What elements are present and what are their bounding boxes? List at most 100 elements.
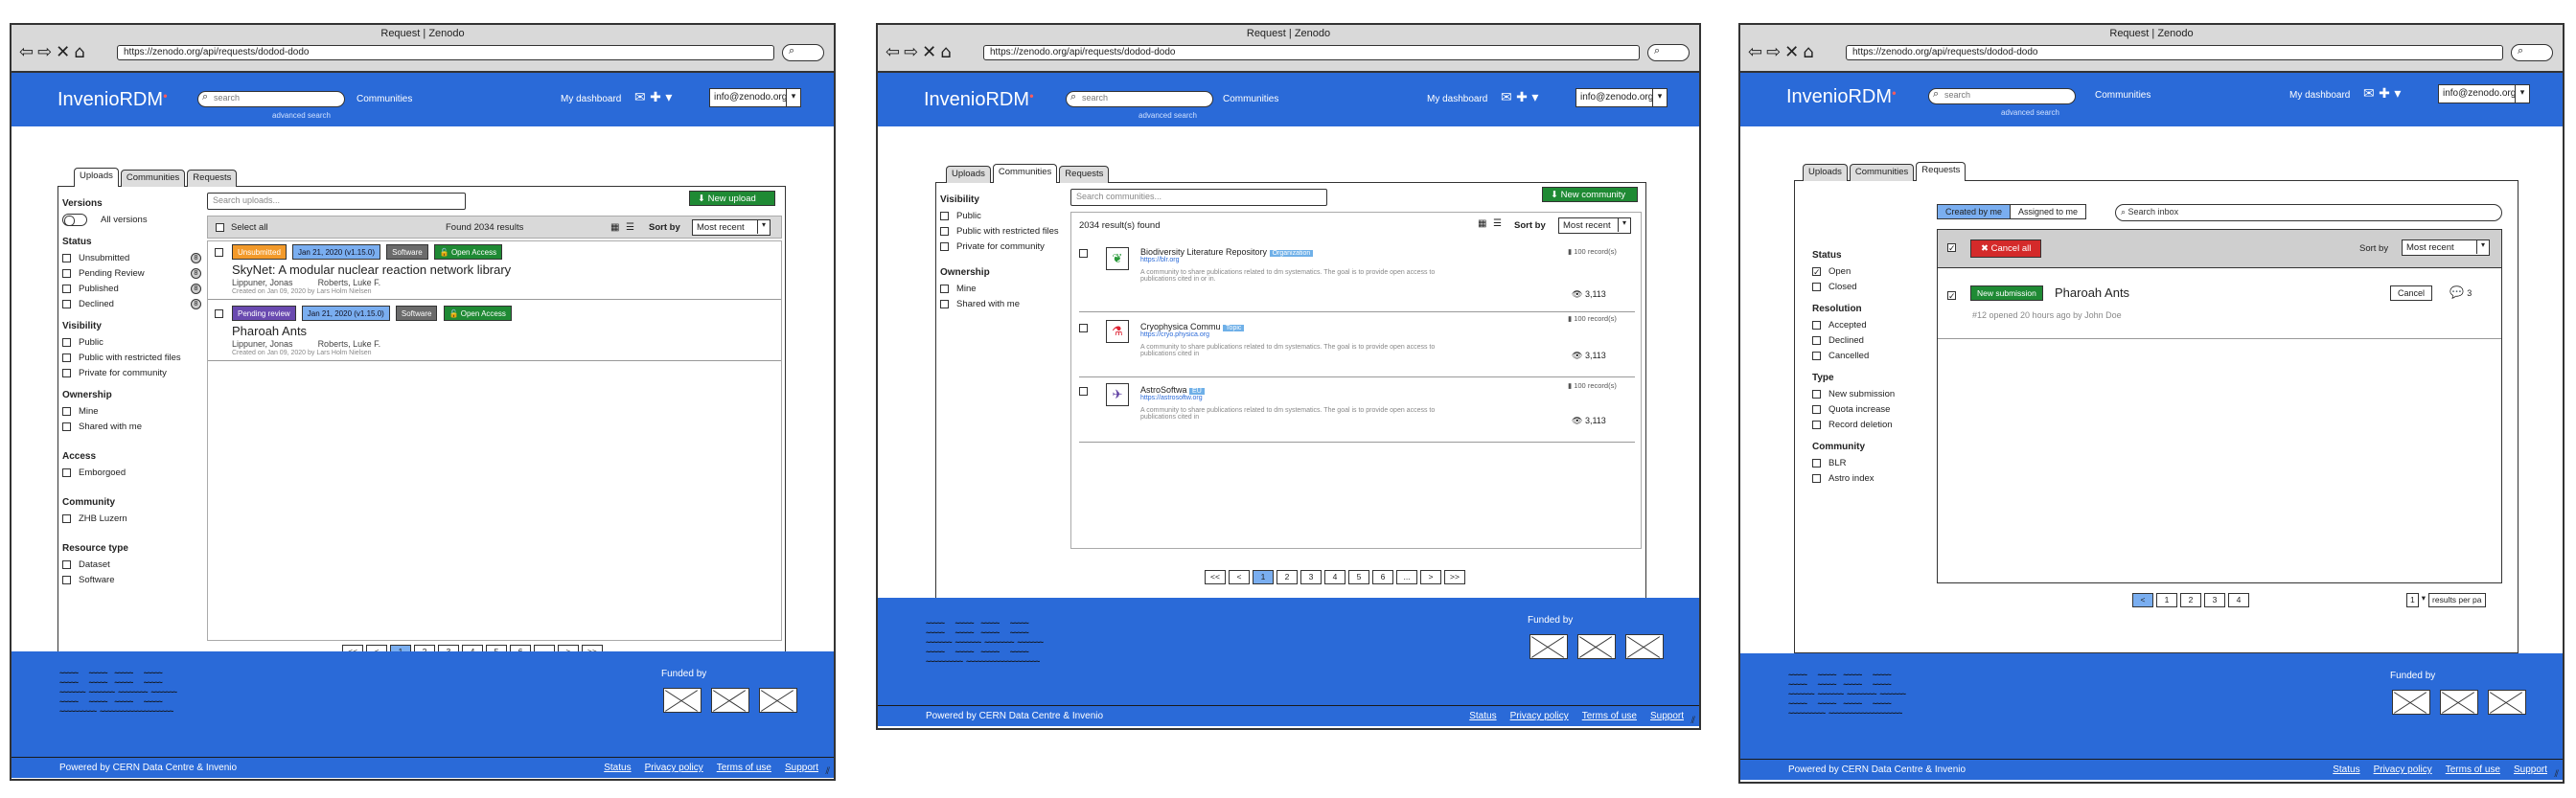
support-link[interactable]: Support (2514, 764, 2547, 775)
community-item[interactable]: ✈ AstroSoftwa EU https://astrosoftw.org … (1079, 379, 1635, 443)
page-number[interactable]: 4 (2228, 593, 2249, 607)
terms-link[interactable]: Terms of use (717, 763, 771, 773)
dashboard-link[interactable]: My dashboard (561, 94, 621, 104)
user-menu[interactable]: info@zenodo.org (709, 88, 801, 107)
tab-requests[interactable]: Requests (1059, 166, 1110, 183)
inbox-plus-icons[interactable]: ✉ ✚ ▾ (1501, 90, 1538, 105)
access-checkbox[interactable] (62, 467, 71, 477)
status-checkbox[interactable] (62, 253, 71, 262)
privacy-link[interactable]: Privacy policy (2374, 764, 2432, 775)
advanced-search-link[interactable]: advanced search (1138, 111, 1197, 120)
type-checkbox[interactable] (1812, 404, 1821, 414)
page-number[interactable]: 1 (1253, 570, 1274, 584)
cancel-all-button[interactable]: ✖ Cancel all (1970, 239, 2042, 258)
select-all-checkbox[interactable] (216, 223, 224, 232)
communities-link[interactable]: Communities (1223, 94, 1278, 104)
inbox-plus-icons[interactable]: ✉ ✚ ▾ (2363, 86, 2401, 102)
new-community-button[interactable]: ⬇ New community (1542, 187, 1638, 202)
browser-nav-buttons[interactable]: ⇦⇨✕⌂ (19, 42, 89, 62)
page-number[interactable]: 1 (2156, 593, 2177, 607)
page-number[interactable]: 6 (1372, 570, 1393, 584)
select-all-checkbox[interactable] (1947, 243, 1956, 252)
address-bar[interactable]: https://zenodo.org/api/requests/dodod-do… (983, 45, 1640, 60)
per-page-arrow-icon[interactable]: ▾ (2422, 593, 2426, 607)
grid-view-icon[interactable]: ▦ (610, 222, 619, 233)
inbox-search-input[interactable]: ⌕ Search inbox (2115, 204, 2502, 221)
tab-requests[interactable]: Requests (187, 170, 238, 187)
versions-toggle[interactable] (62, 213, 87, 226)
status-link[interactable]: Status (604, 763, 631, 773)
page-number[interactable]: 3 (2204, 593, 2225, 607)
community-checkbox[interactable] (1812, 473, 1821, 483)
community-name[interactable]: Cryophysica Commu (1140, 322, 1221, 331)
address-bar[interactable]: https://zenodo.org/api/requests/dodod-do… (117, 45, 774, 60)
address-bar[interactable]: https://zenodo.org/api/requests/dodod-do… (1846, 45, 2503, 60)
status-link[interactable]: Status (2333, 764, 2359, 775)
privacy-link[interactable]: Privacy policy (1510, 711, 1569, 721)
communities-link[interactable]: Communities (2095, 90, 2150, 101)
browser-nav-buttons[interactable]: ⇦⇨✕⌂ (886, 42, 955, 62)
resize-grip-icon[interactable]: ⫽ (1691, 716, 1695, 726)
result-checkbox[interactable] (215, 309, 223, 318)
community-link[interactable]: https://astrosoftw.org (1140, 395, 1466, 401)
resize-grip-icon[interactable]: ⫽ (826, 766, 830, 777)
resource-checkbox[interactable] (62, 575, 71, 584)
communities-link[interactable]: Communities (356, 94, 412, 104)
community-checkbox[interactable] (1079, 387, 1088, 396)
upload-result[interactable]: Unsubmitted Jan 21, 2020 (v1.15.0) Softw… (207, 240, 782, 300)
support-link[interactable]: Support (785, 763, 818, 773)
status-checkbox[interactable] (62, 268, 71, 278)
user-menu[interactable]: info@zenodo.org (1576, 88, 1668, 107)
dashboard-link[interactable]: My dashboard (1427, 94, 1487, 104)
tab-communities[interactable]: Communities (992, 164, 1058, 183)
community-item[interactable]: ⚗ Cryophysica Commu Topic https://cryo.p… (1079, 314, 1635, 377)
logo[interactable]: InvenioRDM● (58, 89, 168, 111)
ownership-checkbox[interactable] (62, 422, 71, 431)
request-title[interactable]: Pharoah Ants (2055, 285, 2129, 300)
list-view-icon[interactable]: ☰ (1493, 218, 1502, 229)
resource-checkbox[interactable] (62, 559, 71, 569)
visibility-checkbox[interactable] (62, 368, 71, 377)
browser-search-icon[interactable]: ⌕ (782, 44, 824, 61)
terms-link[interactable]: Terms of use (2446, 764, 2500, 775)
page-prev[interactable]: < (1229, 570, 1250, 584)
page-number[interactable]: 5 (1348, 570, 1369, 584)
status-link[interactable]: Status (1469, 711, 1496, 721)
ownership-checkbox[interactable] (62, 406, 71, 416)
tab-uploads[interactable]: Uploads (74, 168, 119, 187)
visibility-checkbox[interactable] (940, 241, 949, 251)
header-search-input[interactable]: search (197, 91, 345, 107)
community-link[interactable]: https://cryo.physica.org (1140, 331, 1466, 338)
browser-nav-buttons[interactable]: ⇦⇨✕⌂ (1748, 42, 1818, 62)
inbox-plus-icons[interactable]: ✉ ✚ ▾ (634, 90, 672, 105)
status-closed-checkbox[interactable] (1812, 282, 1821, 291)
list-view-icon[interactable]: ☰ (626, 222, 634, 233)
user-menu[interactable]: info@zenodo.org (2438, 84, 2530, 103)
tab-requests[interactable]: Requests (1916, 162, 1966, 181)
status-checkbox[interactable] (62, 299, 71, 308)
community-name[interactable]: Biodiversity Literature Repository (1140, 247, 1267, 257)
sort-select[interactable]: Most recent (692, 219, 770, 236)
request-checkbox[interactable] (1947, 291, 1956, 300)
sort-select[interactable]: Most recent (2402, 239, 2490, 256)
communities-search-input[interactable]: Search communities... (1070, 189, 1327, 206)
resolution-checkbox[interactable] (1812, 320, 1821, 330)
result-title[interactable]: Pharoah Ants (232, 324, 515, 338)
visibility-checkbox[interactable] (940, 226, 949, 236)
page-prev[interactable]: < (2132, 593, 2153, 607)
new-upload-button[interactable]: ⬇ New upload (689, 191, 775, 206)
assigned-to-me-button[interactable]: Assigned to me (2011, 204, 2087, 219)
type-checkbox[interactable] (1812, 420, 1821, 429)
page-number[interactable]: 3 (1300, 570, 1322, 584)
header-search-input[interactable]: search (1066, 91, 1213, 107)
logo[interactable]: InvenioRDM● (1786, 86, 1897, 108)
page-number[interactable]: 2 (1276, 570, 1298, 584)
resolution-checkbox[interactable] (1812, 335, 1821, 345)
status-checkbox[interactable] (62, 284, 71, 293)
request-cancel-button[interactable]: Cancel (2390, 285, 2433, 301)
community-checkbox[interactable] (62, 513, 71, 523)
visibility-checkbox[interactable] (62, 337, 71, 347)
tab-communities[interactable]: Communities (1849, 164, 1915, 181)
uploads-search-input[interactable]: Search uploads... (207, 193, 466, 210)
resolution-checkbox[interactable] (1812, 351, 1821, 360)
